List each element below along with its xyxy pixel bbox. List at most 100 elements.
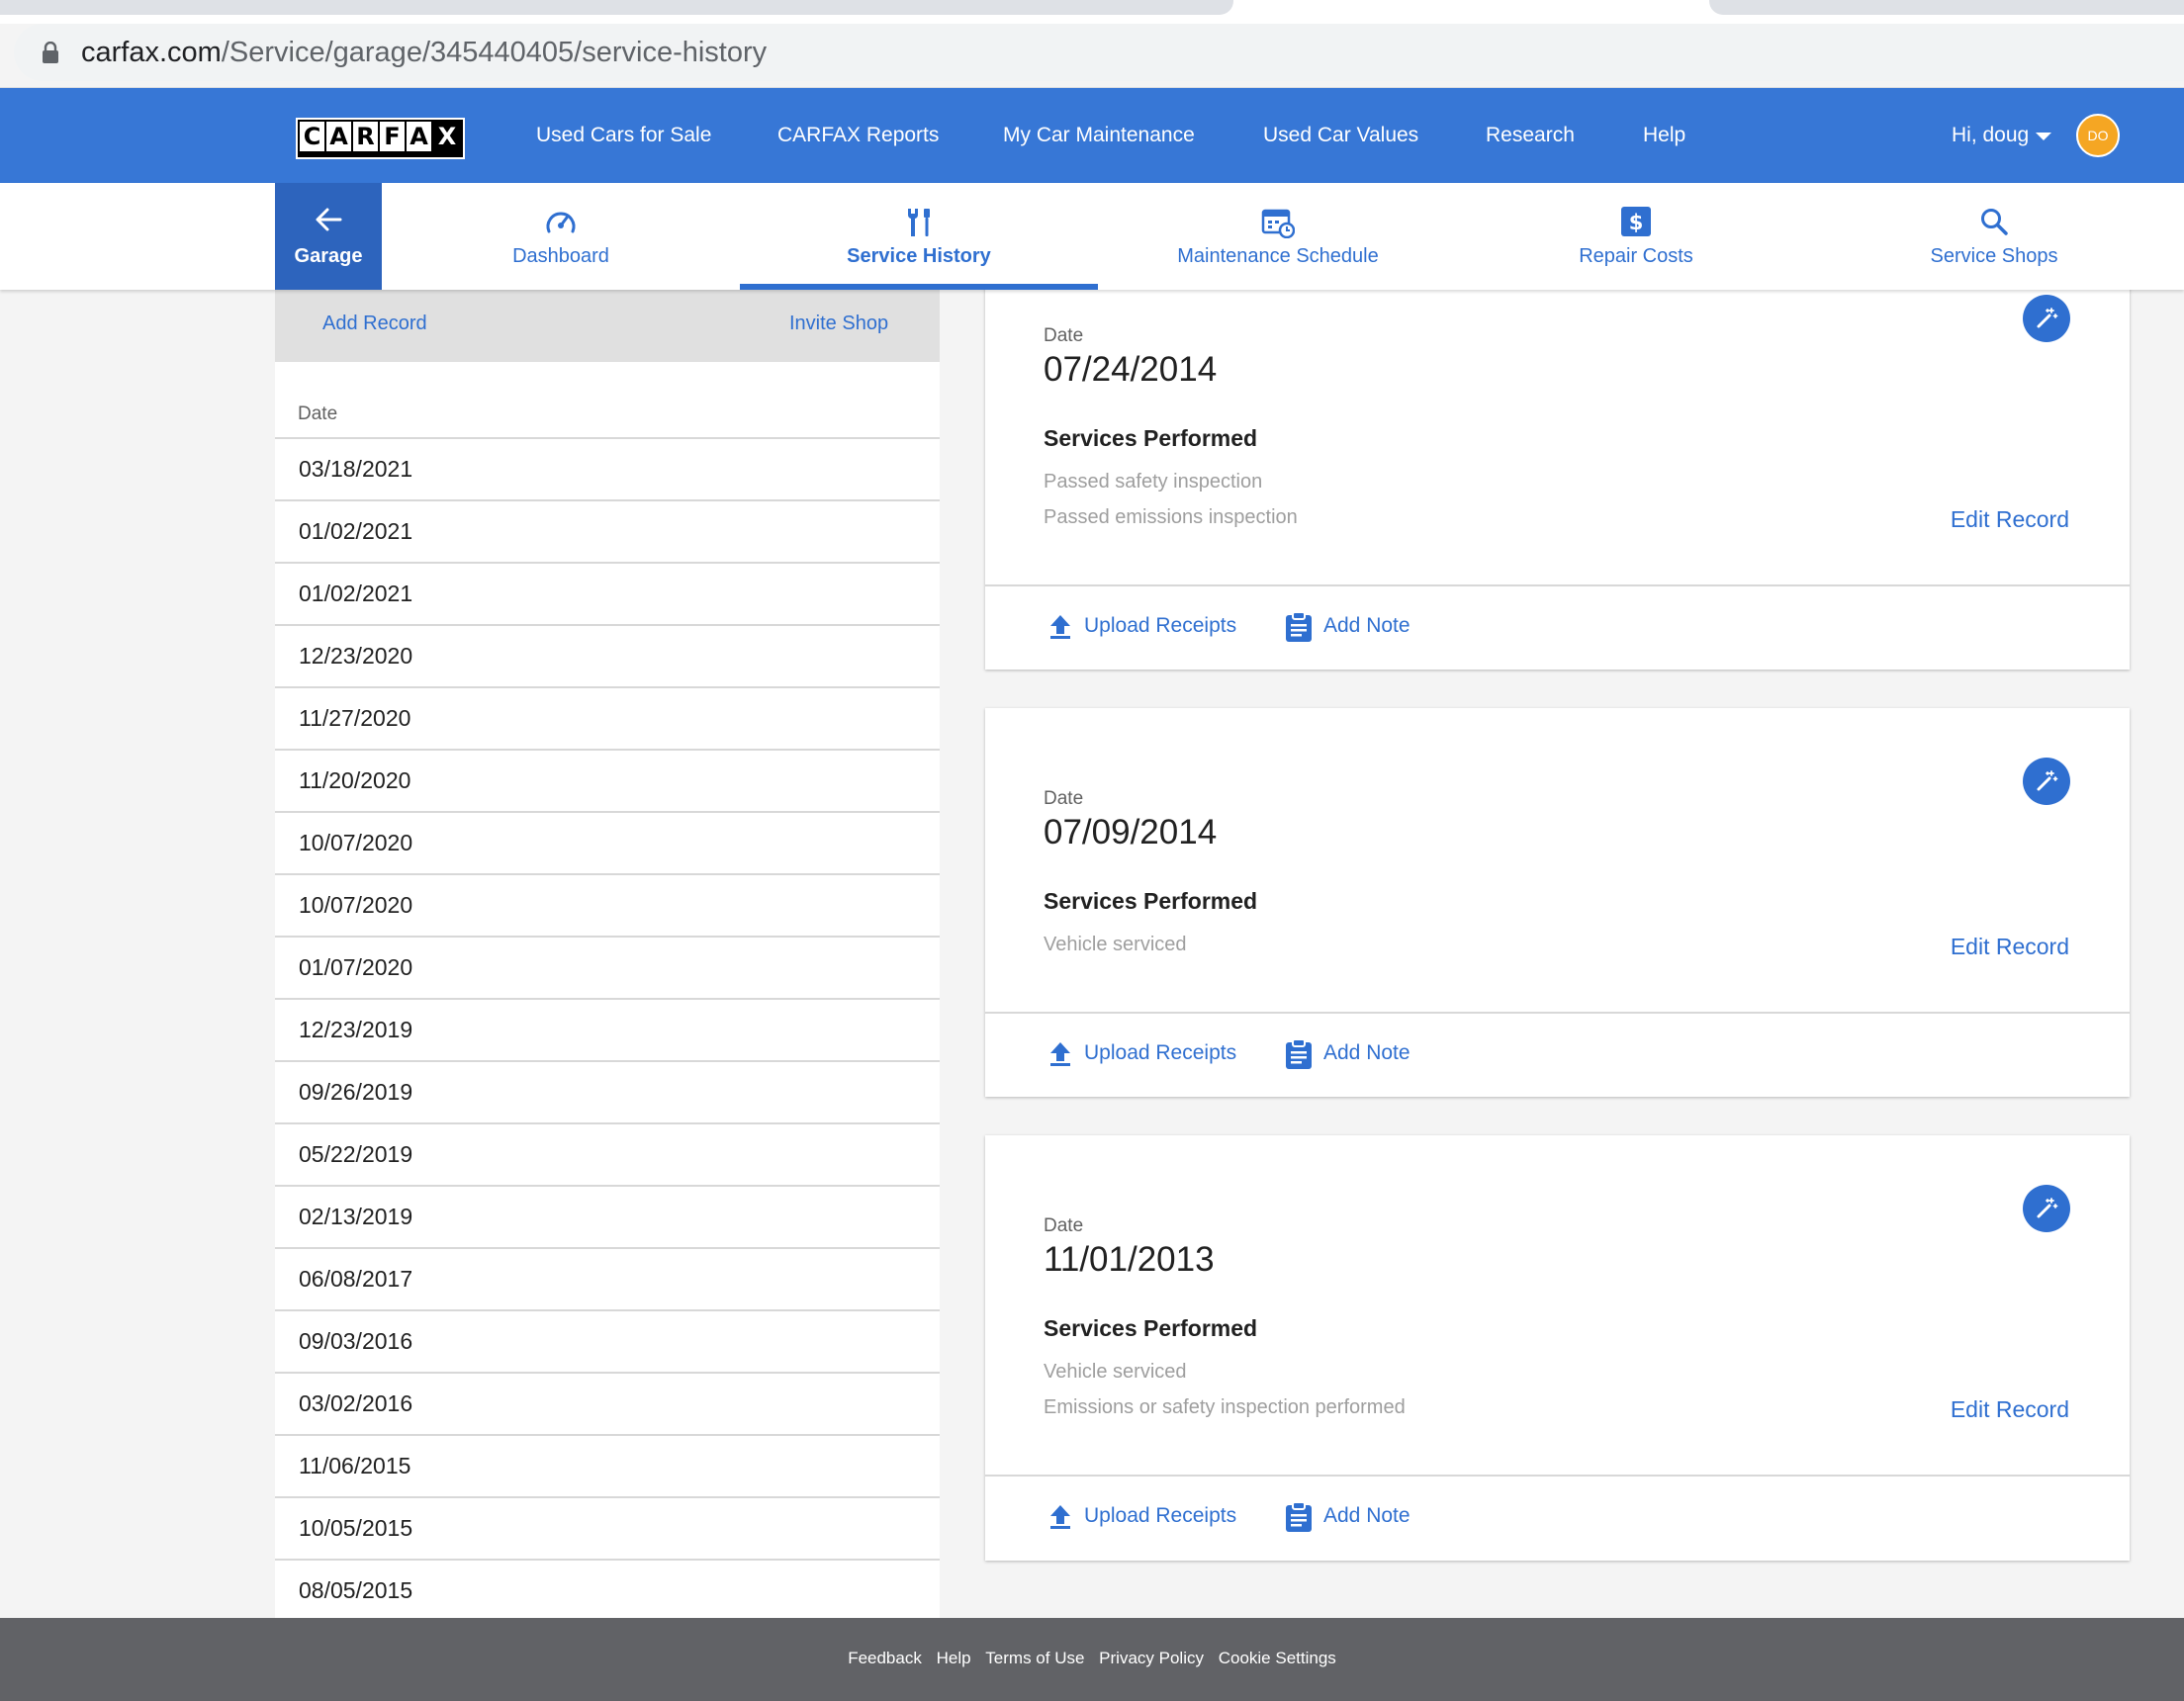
upload-receipts-button[interactable]: Upload Receipts bbox=[1084, 1504, 1236, 1528]
card-divider bbox=[985, 1012, 2130, 1014]
magic-wand-icon bbox=[2037, 770, 2058, 791]
card-divider bbox=[985, 1475, 2130, 1477]
list-item[interactable]: 11/20/2020 bbox=[275, 749, 940, 811]
speedometer-icon bbox=[546, 212, 576, 233]
user-menu[interactable]: Hi, doug bbox=[1952, 88, 2029, 183]
address-bar[interactable]: carfax.com/Service/garage/345440405/serv… bbox=[14, 24, 2184, 81]
tab-maintenance-schedule[interactable]: Maintenance Schedule bbox=[1147, 183, 1409, 290]
nav-help[interactable]: Help bbox=[1643, 88, 1685, 183]
footer: Feedback Help Terms of Use Privacy Polic… bbox=[0, 1618, 2184, 1701]
date-label: Date bbox=[1044, 325, 1084, 346]
edit-record-button[interactable]: Edit Record bbox=[1951, 506, 2069, 533]
date-column-header: Date bbox=[298, 403, 338, 424]
upload-receipts-button[interactable]: Upload Receipts bbox=[1084, 1041, 1236, 1065]
list-item[interactable]: 11/27/2020 bbox=[275, 686, 940, 749]
nav-research[interactable]: Research bbox=[1486, 88, 1575, 183]
logo-letter: R bbox=[353, 122, 378, 151]
edit-record-button[interactable]: Edit Record bbox=[1951, 934, 2069, 960]
edit-record-fab[interactable] bbox=[2023, 1185, 2070, 1232]
logo-letter: X bbox=[433, 122, 461, 151]
clipboard-note-icon[interactable] bbox=[1285, 1501, 1313, 1533]
record-actions-bar: Add Record Invite Shop bbox=[275, 290, 940, 362]
url-host: carfax.com bbox=[81, 37, 222, 68]
list-item[interactable]: 02/13/2019 bbox=[275, 1185, 940, 1247]
card-divider bbox=[985, 584, 2130, 586]
footer-link-cookie-settings[interactable]: Cookie Settings bbox=[1219, 1649, 1336, 1667]
date-label: Date bbox=[1044, 788, 1084, 809]
tab-service-shops[interactable]: Service Shops bbox=[1907, 183, 2081, 290]
browser-tab[interactable] bbox=[0, 0, 1233, 15]
upload-icon[interactable] bbox=[1048, 1041, 1072, 1067]
list-item[interactable]: 09/26/2019 bbox=[275, 1060, 940, 1122]
avatar[interactable]: DO bbox=[2076, 114, 2120, 157]
add-note-button[interactable]: Add Note bbox=[1323, 1504, 1410, 1528]
add-note-button[interactable]: Add Note bbox=[1323, 614, 1410, 638]
logo-letter: A bbox=[407, 122, 431, 151]
list-item[interactable]: 01/02/2021 bbox=[275, 499, 940, 562]
tab-repair-costs[interactable]: $ Repair Costs bbox=[1527, 183, 1745, 290]
upload-icon[interactable] bbox=[1048, 1504, 1072, 1530]
list-item[interactable]: 10/05/2015 bbox=[275, 1496, 940, 1559]
carfax-logo[interactable]: C A R F A X bbox=[296, 118, 465, 159]
browser-tab[interactable] bbox=[1709, 0, 2184, 15]
list-item[interactable]: 12/23/2020 bbox=[275, 624, 940, 686]
service-item: Passed emissions inspection bbox=[1044, 506, 1298, 528]
garage-label: Garage bbox=[294, 245, 363, 267]
url-path: /Service/garage/345440405/service-histor… bbox=[221, 37, 768, 68]
invite-shop-button[interactable]: Invite Shop bbox=[789, 313, 888, 335]
list-item[interactable]: 01/07/2020 bbox=[275, 936, 940, 998]
services-performed-title: Services Performed bbox=[1044, 888, 1258, 914]
list-item[interactable]: 09/03/2016 bbox=[275, 1309, 940, 1372]
list-item[interactable]: 12/23/2019 bbox=[275, 998, 940, 1060]
service-record-card: Date 07/09/2014 Services Performed Vehic… bbox=[985, 708, 2130, 1097]
footer-link-privacy[interactable]: Privacy Policy bbox=[1099, 1649, 1204, 1667]
upload-receipts-button[interactable]: Upload Receipts bbox=[1084, 614, 1236, 638]
nav-used-car-values[interactable]: Used Car Values bbox=[1263, 88, 1418, 183]
service-item: Passed safety inspection bbox=[1044, 471, 1263, 492]
record-date: 07/09/2014 bbox=[1044, 813, 1218, 851]
browser-tab-strip bbox=[0, 0, 2184, 24]
service-item: Vehicle serviced bbox=[1044, 934, 1187, 955]
edit-record-fab[interactable] bbox=[2023, 295, 2070, 342]
garage-back-button[interactable]: Garage bbox=[275, 183, 382, 290]
footer-link-help[interactable]: Help bbox=[937, 1649, 971, 1667]
list-item[interactable]: 05/22/2019 bbox=[275, 1122, 940, 1185]
list-item[interactable]: 10/07/2020 bbox=[275, 811, 940, 873]
list-item[interactable]: 03/02/2016 bbox=[275, 1372, 940, 1434]
footer-link-terms[interactable]: Terms of Use bbox=[985, 1649, 1084, 1667]
nav-used-cars-for-sale[interactable]: Used Cars for Sale bbox=[536, 88, 711, 183]
services-performed-title: Services Performed bbox=[1044, 1315, 1258, 1341]
clipboard-note-icon[interactable] bbox=[1285, 611, 1313, 643]
edit-record-fab[interactable] bbox=[2023, 758, 2070, 805]
date-list: 03/18/2021 01/02/2021 01/02/2021 12/23/2… bbox=[275, 437, 940, 1618]
list-item[interactable]: 11/06/2015 bbox=[275, 1434, 940, 1496]
active-tab-indicator bbox=[740, 284, 1098, 290]
edit-record-button[interactable]: Edit Record bbox=[1951, 1396, 2069, 1423]
tab-dashboard[interactable]: Dashboard bbox=[439, 183, 682, 290]
nav-carfax-reports[interactable]: CARFAX Reports bbox=[777, 88, 939, 183]
nav-my-car-maintenance[interactable]: My Car Maintenance bbox=[1003, 88, 1195, 183]
footer-link-feedback[interactable]: Feedback bbox=[848, 1649, 922, 1667]
chevron-down-icon[interactable] bbox=[2036, 133, 2051, 140]
add-note-button[interactable]: Add Note bbox=[1323, 1041, 1410, 1065]
top-navigation: C A R F A X Used Cars for Sale CARFAX Re… bbox=[0, 88, 2184, 183]
record-date: 11/01/2013 bbox=[1044, 1240, 1215, 1279]
list-item[interactable]: 01/02/2021 bbox=[275, 562, 940, 624]
upload-icon[interactable] bbox=[1048, 614, 1072, 640]
clipboard-note-icon[interactable] bbox=[1285, 1038, 1313, 1070]
logo-letter: C bbox=[300, 122, 324, 151]
service-item: Vehicle serviced bbox=[1044, 1361, 1187, 1383]
record-list-panel: Add Record Invite Shop Date 03/18/2021 0… bbox=[275, 290, 940, 1618]
list-item[interactable]: 08/05/2015 bbox=[275, 1559, 940, 1618]
list-item[interactable]: 06/08/2017 bbox=[275, 1247, 940, 1309]
list-item[interactable]: 03/18/2021 bbox=[275, 437, 940, 499]
tab-label: Dashboard bbox=[512, 245, 609, 267]
tab-label: Repair Costs bbox=[1579, 245, 1693, 267]
list-item[interactable]: 10/07/2020 bbox=[275, 873, 940, 936]
svg-text:$: $ bbox=[1629, 211, 1644, 234]
tab-service-history[interactable]: Service History bbox=[740, 183, 1098, 290]
url-text[interactable]: carfax.com/Service/garage/345440405/serv… bbox=[81, 37, 767, 69]
dollar-icon: $ bbox=[1621, 207, 1651, 236]
lock-icon bbox=[43, 42, 58, 63]
add-record-button[interactable]: Add Record bbox=[322, 313, 427, 335]
